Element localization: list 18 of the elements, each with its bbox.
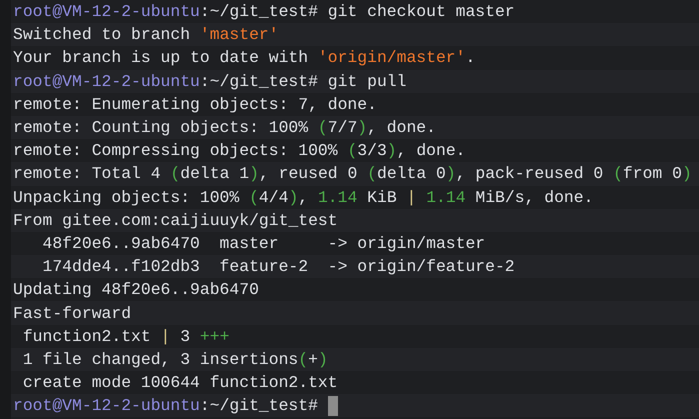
terminal-line: root@VM-12-2-ubuntu:~/git_test#: [13, 395, 319, 418]
terminal-line: Fast-forward: [13, 302, 132, 325]
terminal-line: create mode 100644 function2.txt: [22, 372, 338, 394]
terminal-line: root@VM-12-2-ubuntu:~/git_test# git checkout master: [13, 1, 515, 24]
terminal-line: 174dde4..f102db3 feature-2 -> origin/feature-2: [42, 256, 515, 278]
terminal-line: remote: Enumerating objects: 7, done.: [13, 94, 377, 116]
terminal-line: remote: Total 4 (delta 1), reused 0 (delta 0), pack-reused 0 (from 0): [13, 163, 692, 186]
terminal-line: remote: Counting objects: 100% (7/7), done.: [13, 117, 436, 140]
terminal-line: Updating 48f20e6..9ab6470: [13, 279, 259, 302]
terminal-line: Your branch is up to date with 'origin/master'.: [13, 47, 476, 70]
terminal-line: remote: Compressing objects: 100% (3/3), done.: [13, 140, 466, 162]
terminal-line: Switched to branch 'master': [13, 24, 279, 46]
terminal-line: function2.txt | 3 +++: [22, 326, 230, 348]
terminal-line: 1 file changed, 3 insertions(+): [22, 348, 328, 371]
terminal-line: 48f20e6..9ab6470 master -> origin/master: [42, 232, 486, 255]
terminal-line: From gitee.com:caijiuuyk/git_test: [13, 210, 338, 232]
terminal-line: Unpacking objects: 100% (4/4), 1.14 KiB | 1.14 MiB/s, done.: [13, 186, 594, 209]
terminal-line: root@VM-12-2-ubuntu:~/git_test# git pull: [13, 70, 406, 93]
